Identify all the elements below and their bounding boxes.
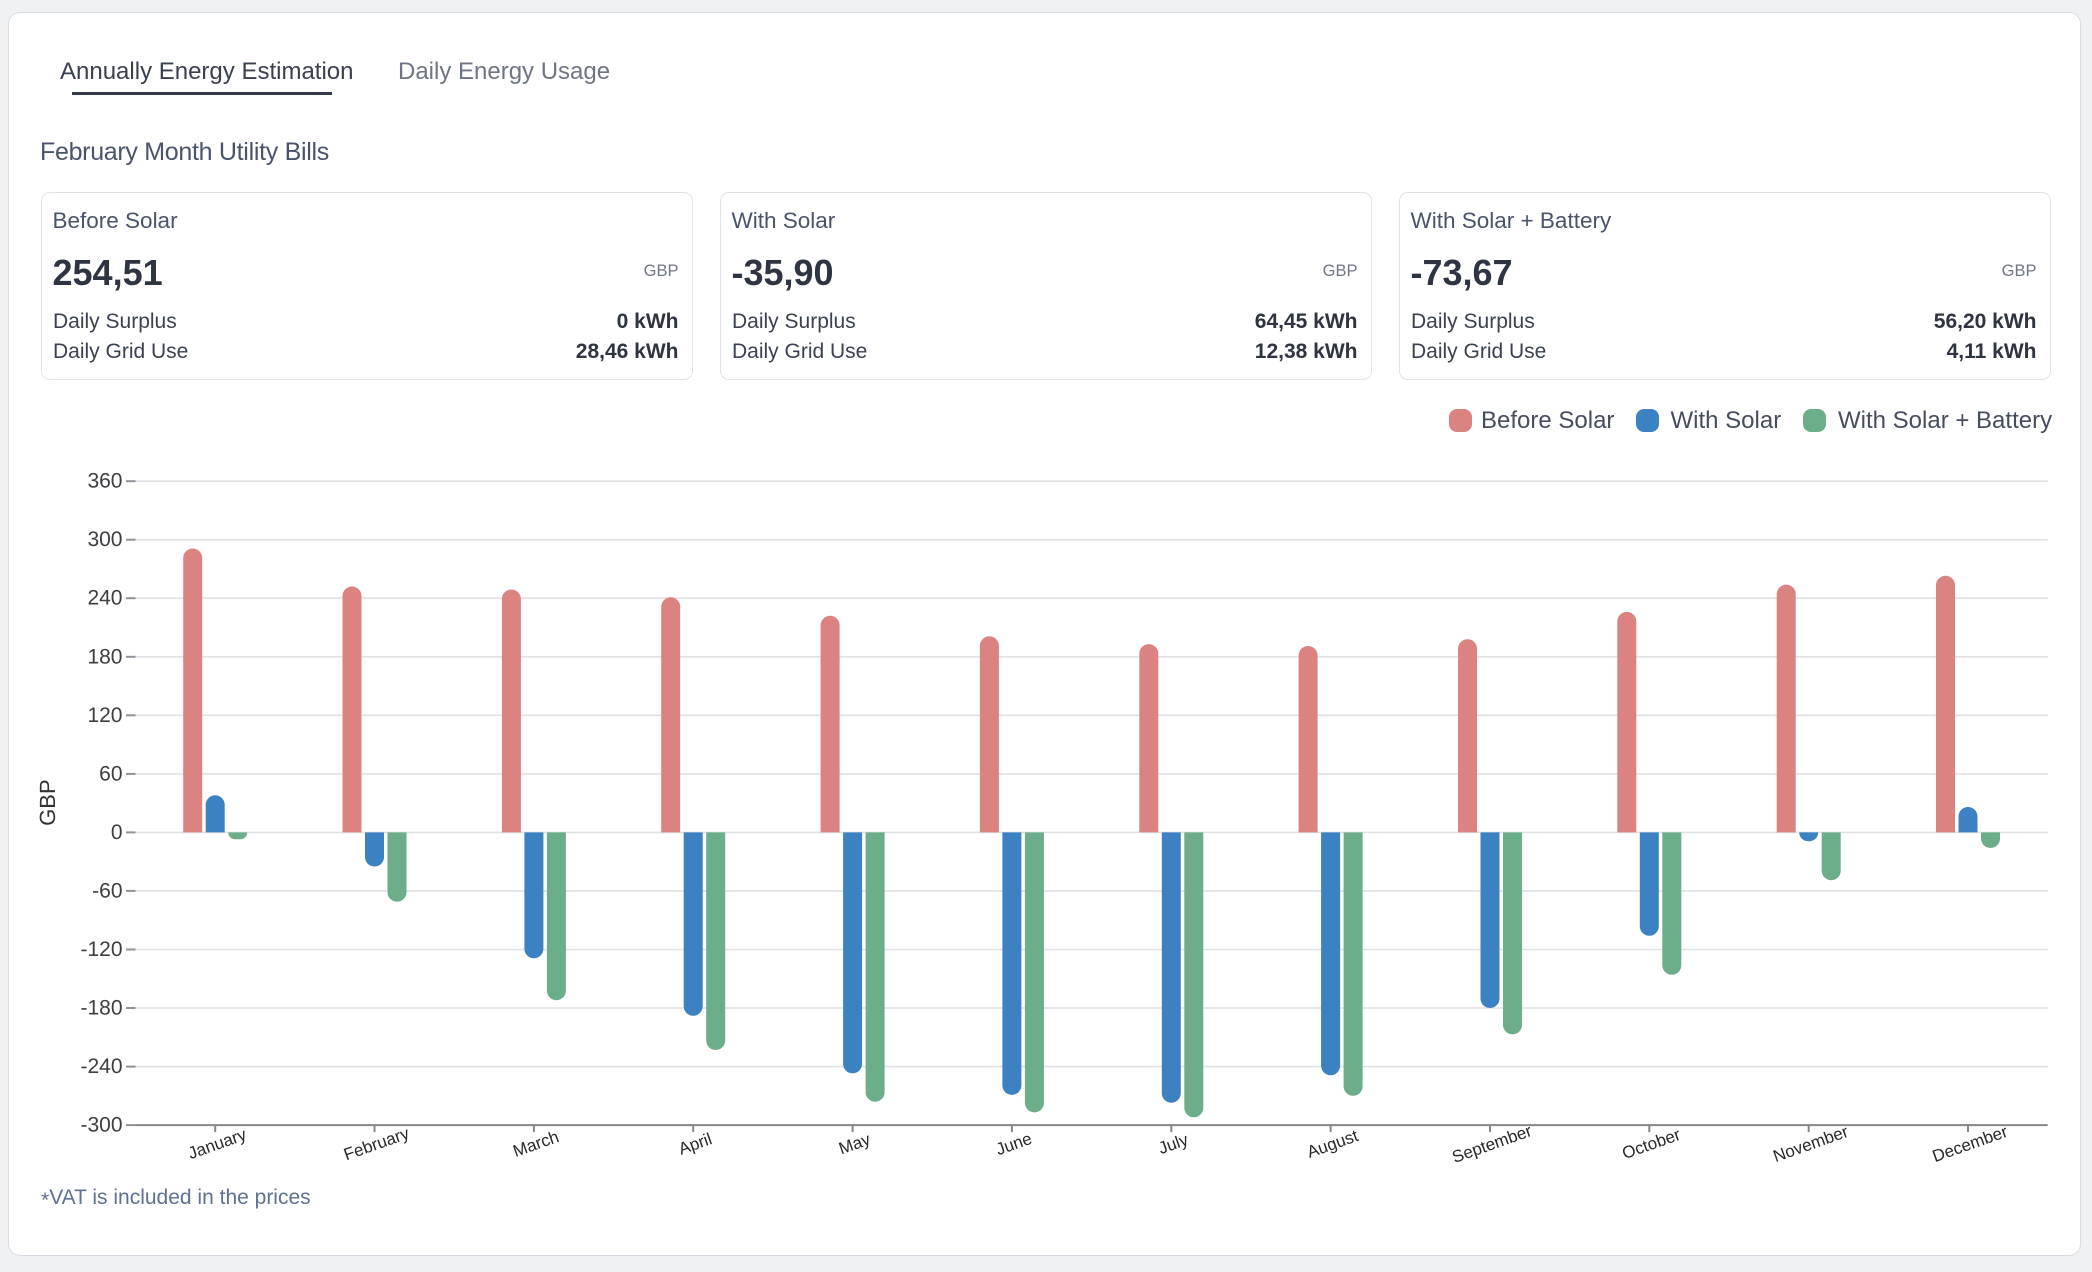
svg-text:-180: -180 bbox=[80, 997, 122, 1020]
svg-text:January: January bbox=[186, 1125, 250, 1163]
svg-text:September: September bbox=[1450, 1121, 1535, 1167]
svg-text:300: 300 bbox=[87, 528, 122, 551]
svg-text:February: February bbox=[341, 1124, 412, 1165]
svg-text:0: 0 bbox=[111, 821, 123, 844]
svg-text:-300: -300 bbox=[80, 1114, 122, 1137]
svg-text:October: October bbox=[1620, 1125, 1684, 1163]
svg-text:August: August bbox=[1304, 1126, 1360, 1162]
svg-text:-60: -60 bbox=[92, 879, 122, 902]
svg-text:120: 120 bbox=[87, 704, 122, 727]
svg-text:240: 240 bbox=[87, 587, 122, 610]
svg-text:June: June bbox=[993, 1129, 1034, 1159]
svg-text:November: November bbox=[1771, 1122, 1852, 1166]
svg-text:July: July bbox=[1156, 1130, 1191, 1158]
svg-text:-120: -120 bbox=[80, 938, 122, 961]
svg-text:March: March bbox=[510, 1127, 561, 1161]
svg-text:May: May bbox=[836, 1130, 873, 1159]
svg-text:GBP: GBP bbox=[35, 779, 60, 825]
svg-text:360: 360 bbox=[87, 470, 122, 493]
svg-text:60: 60 bbox=[99, 762, 122, 785]
svg-text:180: 180 bbox=[87, 645, 122, 668]
svg-text:-240: -240 bbox=[80, 1055, 122, 1078]
svg-text:December: December bbox=[1930, 1122, 2011, 1166]
svg-text:April: April bbox=[676, 1129, 714, 1158]
